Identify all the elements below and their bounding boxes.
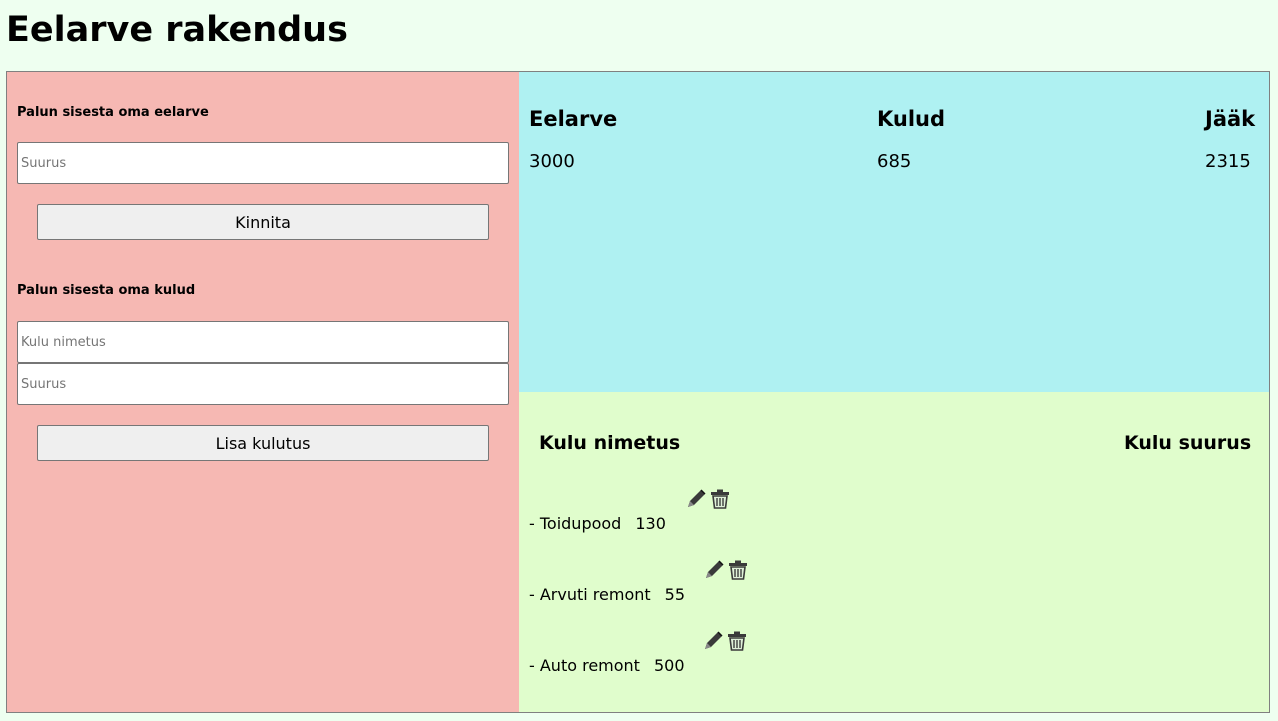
pencil-icon[interactable] [685, 488, 707, 510]
expense-amount-header: Kulu suurus [1124, 432, 1252, 454]
expense-name: - Toidupood [529, 514, 622, 533]
input-panel: Palun sisesta oma eelarve Kinnita Palun … [7, 72, 519, 712]
expense-name-header: Kulu nimetus [539, 432, 681, 454]
expense-list-panel: Kulu nimetus Kulu suurus - Toidupood 130 [519, 392, 1269, 712]
expense-amount-input[interactable] [17, 363, 509, 405]
expenses-heading: Kulud [877, 107, 946, 131]
expenses-value: 685 [877, 151, 912, 172]
remaining-value: 2315 [1205, 151, 1251, 172]
expense-actions [703, 559, 749, 581]
app-frame: Palun sisesta oma eelarve Kinnita Palun … [6, 71, 1270, 713]
expense-amount: 130 [635, 514, 666, 533]
trash-icon[interactable] [726, 630, 748, 652]
expense-name-input[interactable] [17, 321, 509, 363]
budget-amount-input[interactable] [17, 142, 509, 184]
summary-panel: Eelarve 3000 Kulud 685 Jääk 2315 [519, 72, 1269, 392]
pencil-icon[interactable] [702, 630, 724, 652]
expense-actions [685, 488, 731, 510]
expense-amount: 500 [653, 656, 685, 675]
trash-icon[interactable] [727, 559, 749, 581]
pencil-icon[interactable] [703, 559, 725, 581]
expense-name: - Auto remont [529, 656, 640, 675]
expense-name: - Arvuti remont [529, 585, 651, 604]
expense-label: Palun sisesta oma kulud [17, 283, 196, 298]
page-title: Eelarve rakendus [6, 10, 348, 50]
trash-icon[interactable] [709, 488, 731, 510]
budget-value: 3000 [529, 151, 575, 172]
expense-actions [702, 630, 748, 652]
remaining-heading: Jääk [1205, 107, 1256, 131]
budget-label: Palun sisesta oma eelarve [17, 105, 209, 120]
confirm-budget-button[interactable]: Kinnita [37, 204, 489, 240]
budget-heading: Eelarve [529, 107, 618, 131]
expense-amount: 55 [664, 585, 686, 604]
add-expense-button[interactable]: Lisa kulutus [37, 425, 489, 461]
